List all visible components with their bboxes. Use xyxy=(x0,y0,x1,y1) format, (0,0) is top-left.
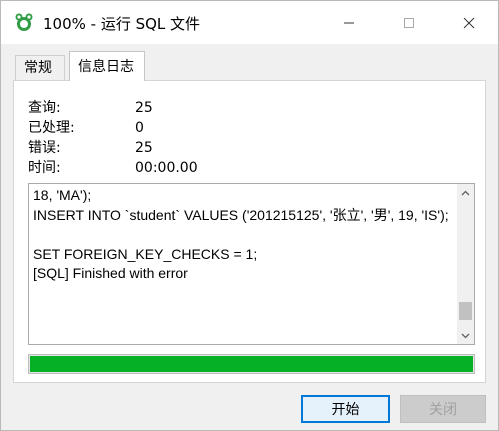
stat-label: 时间: xyxy=(28,160,61,176)
scroll-down-button[interactable] xyxy=(457,327,474,344)
progress-fill xyxy=(30,356,473,372)
stat-label: 错误: xyxy=(28,140,61,156)
progress-bar xyxy=(28,354,475,374)
message-log-panel: 查询: 25 已处理: 0 错误: 25 时间: 00:00.00 18, 'M… xyxy=(13,80,486,383)
tab-message-log[interactable]: 信息日志 xyxy=(69,51,145,81)
tab-label: 信息日志 xyxy=(78,59,134,75)
log-textarea[interactable]: 18, 'MA'); INSERT INTO `student` VALUES … xyxy=(28,183,475,345)
start-button[interactable]: 开始 xyxy=(301,395,390,423)
chevron-up-icon xyxy=(461,190,470,195)
stat-value: 00:00.00 xyxy=(135,160,198,176)
stat-label: 查询: xyxy=(28,100,61,116)
start-button-label: 开始 xyxy=(331,402,360,418)
title-bar[interactable]: 100% - 运行 SQL 文件 xyxy=(1,1,498,44)
stat-value: 0 xyxy=(135,120,144,136)
minimize-icon xyxy=(344,22,354,23)
stat-value: 25 xyxy=(135,100,153,116)
close-button-label: 关闭 xyxy=(429,402,457,418)
close-button[interactable]: 关闭 xyxy=(400,395,486,423)
close-window-button[interactable] xyxy=(446,1,492,44)
stat-value: 25 xyxy=(135,140,153,156)
window-title: 100% - 运行 SQL 文件 xyxy=(43,15,201,33)
maximize-button[interactable] xyxy=(386,1,432,44)
scroll-thumb[interactable] xyxy=(459,302,472,320)
chevron-down-icon xyxy=(461,333,470,338)
scroll-up-button[interactable] xyxy=(457,184,474,201)
tab-label: 常规 xyxy=(24,60,52,76)
run-sql-dialog: 100% - 运行 SQL 文件 常规 信息日志 查询: 25 已处理: 0 错… xyxy=(0,0,499,431)
log-text: 18, 'MA'); INSERT INTO `student` VALUES … xyxy=(33,187,449,282)
tab-general[interactable]: 常规 xyxy=(15,55,65,80)
stat-label: 已处理: xyxy=(28,120,75,136)
navicat-icon xyxy=(15,13,33,31)
maximize-icon xyxy=(404,17,414,28)
close-icon xyxy=(463,17,475,28)
log-scrollbar[interactable] xyxy=(457,184,474,344)
minimize-button[interactable] xyxy=(326,1,372,44)
